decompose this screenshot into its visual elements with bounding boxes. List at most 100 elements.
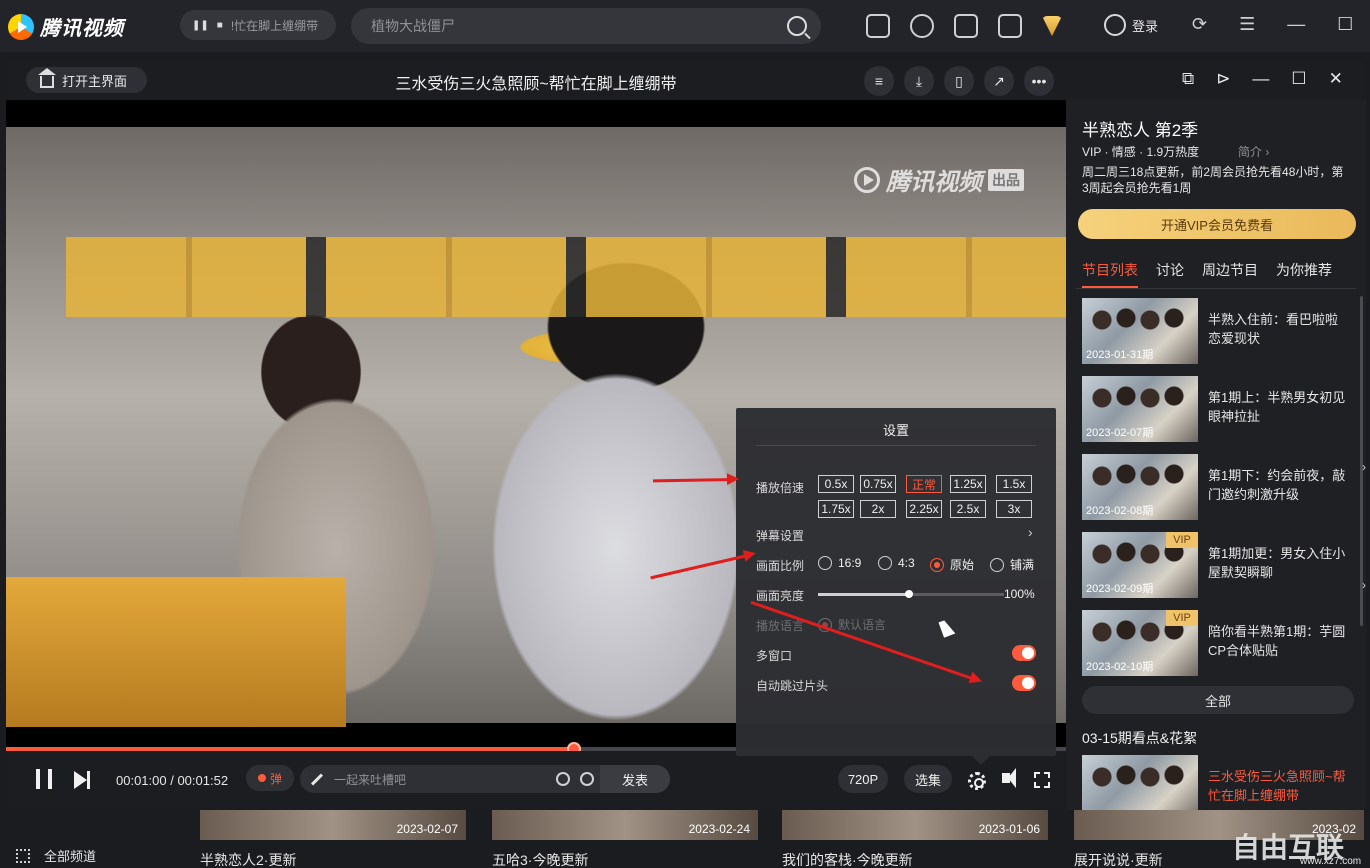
danmu-toggle[interactable]: 弹 <box>246 765 294 791</box>
stop-small-icon[interactable]: ■ <box>217 20 223 31</box>
speed-option-2-25[interactable]: 2.25x <box>906 500 942 518</box>
menu-icon[interactable]: ☰ <box>1239 14 1255 35</box>
mini-player-title: !忙在脚上缠绷带 <box>230 18 319 33</box>
card-title[interactable]: 展开说说·更新 <box>1074 850 1163 868</box>
volume-icon[interactable] <box>1002 768 1016 788</box>
tab-recommended[interactable]: 为你推荐 <box>1276 260 1332 288</box>
open-vip-button[interactable]: 开通VIP会员免费看 <box>1078 209 1356 239</box>
speed-option-2-5[interactable]: 2.5x <box>950 500 986 518</box>
speed-option-1-75[interactable]: 1.75x <box>818 500 854 518</box>
card-title[interactable]: 我们的客栈·今晚更新 <box>782 850 913 868</box>
multiwindow-toggle[interactable] <box>1012 645 1036 661</box>
show-title: 半熟恋人 第2季 <box>1082 121 1199 140</box>
next-episode-icon[interactable] <box>74 771 92 789</box>
watermark-text: 腾讯视频 <box>886 169 982 196</box>
refresh-icon[interactable]: ⟳ <box>1192 14 1207 35</box>
speed-option-0-75[interactable]: 0.75x <box>860 475 896 493</box>
episode-item[interactable]: 2023-02-07期 第1期上：半熟男女初见眼神拉扯 <box>1082 376 1362 442</box>
danmu-placeholder: 一起来吐槽吧 <box>334 772 407 787</box>
pencil-icon <box>310 772 324 786</box>
download-icon[interactable] <box>954 14 978 38</box>
content-card[interactable]: 2023-02-07 <box>200 810 466 840</box>
speed-label: 播放倍速 <box>756 481 805 495</box>
ratio-option-fill[interactable]: 铺满 <box>990 556 1034 573</box>
content-card[interactable]: 2023-02-24 <box>492 810 758 840</box>
pin-icon[interactable]: ⊳ <box>1216 69 1230 89</box>
clip-thumbnail <box>1082 755 1198 810</box>
game-icon[interactable] <box>998 14 1022 38</box>
edge-chevron-right-icon[interactable]: › <box>1362 460 1366 474</box>
clip-item-current[interactable]: 三水受伤三火急照顾~帮忙在脚上缠绷带 <box>1082 755 1362 810</box>
send-danmu-button[interactable]: 发表 <box>600 765 670 793</box>
emoji-icon[interactable] <box>556 772 570 786</box>
vip-badge: VIP <box>1166 610 1198 626</box>
palette-icon[interactable] <box>580 772 594 786</box>
content-card[interactable]: 2023-01-06 <box>782 810 1048 840</box>
episode-thumbnail: 2023-02-07期 <box>1082 376 1198 442</box>
danmu-settings-label[interactable]: 弹幕设置 <box>756 527 804 544</box>
phone-icon[interactable]: ▯ <box>944 66 974 96</box>
open-home-button[interactable]: 打开主界面 <box>26 67 148 93</box>
speed-option-1-25[interactable]: 1.25x <box>950 475 986 493</box>
login-button[interactable]: 登录 <box>1104 14 1158 36</box>
history-icon[interactable] <box>910 14 934 38</box>
fullscreen-icon[interactable] <box>1034 772 1050 788</box>
vip-icon[interactable] <box>1042 16 1062 36</box>
playlist-icon[interactable]: ≡ <box>864 66 894 96</box>
pause-small-icon[interactable]: ❚❚ <box>192 20 209 31</box>
card-date: 2023-02-24 <box>688 822 750 836</box>
episode-title: 第1期加更：男女入住小屋默契瞬聊 <box>1208 546 1346 580</box>
minimize-icon[interactable]: — <box>1287 14 1305 35</box>
login-label: 登录 <box>1132 18 1159 34</box>
player-maximize-icon[interactable]: ☐ <box>1291 69 1306 89</box>
search-input[interactable]: 植物大战僵尸 <box>351 8 821 44</box>
speed-option-1-5[interactable]: 1.5x <box>996 475 1032 493</box>
chevron-right-icon[interactable]: › <box>1028 524 1033 540</box>
skip-intro-toggle[interactable] <box>1012 675 1036 691</box>
edge-chevron-right-icon[interactable]: › <box>1362 578 1366 592</box>
intro-link[interactable]: 简介 › <box>1238 143 1269 160</box>
tab-program-list[interactable]: 节目列表 <box>1082 260 1138 288</box>
episode-item[interactable]: VIP 2023-02-09期 第1期加更：男女入住小屋默契瞬聊 <box>1082 532 1362 598</box>
speed-option-2[interactable]: 2x <box>860 500 896 518</box>
episode-thumbnail: 2023-01-31期 <box>1082 298 1198 364</box>
tab-discussion[interactable]: 讨论 <box>1156 260 1184 288</box>
share-icon[interactable]: ↗ <box>984 66 1014 96</box>
episode-thumbnail: 2023-02-08期 <box>1082 454 1198 520</box>
card-title[interactable]: 半熟恋人2·更新 <box>200 850 296 868</box>
search-icon[interactable] <box>787 16 807 36</box>
player-controls: 00:01:00 / 00:01:52 弹 一起来吐槽吧 发表 720P 选集 <box>6 751 1066 810</box>
all-episodes-button[interactable]: 全部 <box>1082 686 1354 714</box>
speed-option-3[interactable]: 3x <box>996 500 1032 518</box>
card-title[interactable]: 五哈3·今晚更新 <box>492 850 588 868</box>
episodes-button[interactable]: 选集 <box>904 765 952 793</box>
screen-record-icon[interactable] <box>866 14 890 38</box>
ratio-option-4-3[interactable]: 4:3 <box>878 556 915 570</box>
app-logo[interactable]: 腾讯视频 <box>8 12 124 41</box>
episode-item[interactable]: VIP 2023-02-10期 陪你看半熟第1期：芋圆CP合体贴贴 <box>1082 610 1362 676</box>
mini-player[interactable]: ❚❚ ■ !忙在脚上缠绷带 <box>180 10 336 40</box>
settings-gear-icon[interactable] <box>968 772 986 790</box>
speed-option-0-5[interactable]: 0.5x <box>818 475 854 493</box>
settings-divider <box>756 445 1036 446</box>
episode-item[interactable]: 2023-02-08期 第1期下：约会前夜，敲门邀约刺激升级 <box>1082 454 1362 520</box>
danmu-input[interactable]: 一起来吐槽吧 发表 <box>300 765 670 793</box>
more-icon[interactable]: ••• <box>1024 66 1054 96</box>
ratio-option-original[interactable]: 原始 <box>930 556 974 573</box>
pause-icon[interactable] <box>36 769 52 789</box>
home-icon <box>38 67 56 88</box>
speed-option-normal[interactable]: 正常 <box>906 475 942 493</box>
ratio-option-16-9[interactable]: 16:9 <box>818 556 861 570</box>
player-minimize-icon[interactable]: — <box>1252 69 1269 89</box>
brightness-knob[interactable] <box>905 590 914 598</box>
download-video-icon[interactable]: ⤓ <box>904 66 934 96</box>
open-home-label: 打开主界面 <box>62 73 128 89</box>
episode-item[interactable]: 2023-01-31期 半熟入住前：看巴啦啦恋爱现状 <box>1082 298 1362 364</box>
quality-button[interactable]: 720P <box>838 765 888 793</box>
player-close-icon[interactable]: ✕ <box>1329 69 1343 89</box>
mini-mode-icon[interactable]: ⧉ <box>1182 69 1194 89</box>
all-channels-nav[interactable]: 全部频道 <box>16 846 96 865</box>
brightness-slider[interactable] <box>818 590 1004 598</box>
maximize-icon[interactable]: ☐ <box>1337 14 1353 35</box>
tab-related-shows[interactable]: 周边节目 <box>1202 260 1258 288</box>
